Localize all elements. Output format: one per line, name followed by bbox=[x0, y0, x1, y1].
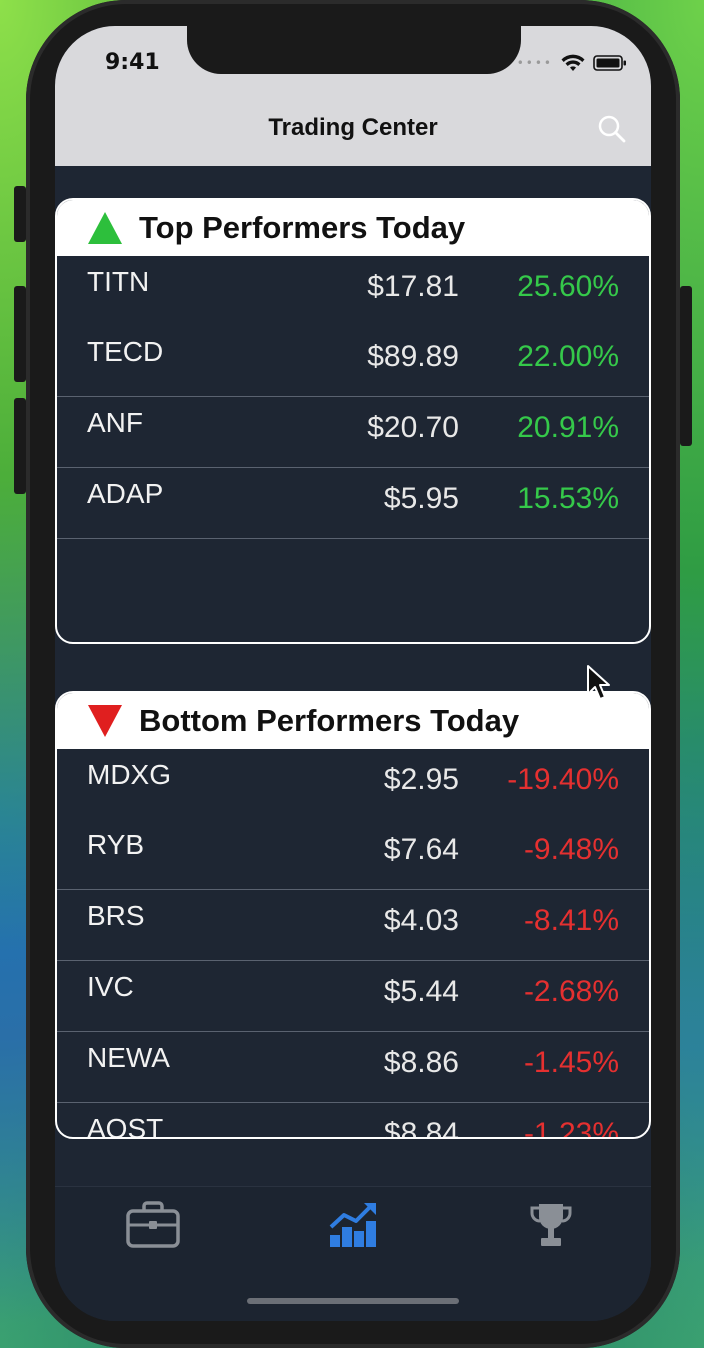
stock-symbol: AOST bbox=[87, 1113, 164, 1139]
stock-price: $2.95 bbox=[383, 763, 459, 796]
top-performers-header: Top Performers Today bbox=[57, 200, 649, 256]
stock-change: -19.40% bbox=[507, 763, 619, 796]
stock-change: -2.68% bbox=[523, 975, 619, 1008]
stock-price: $20.70 bbox=[367, 411, 459, 444]
tab-portfolio[interactable] bbox=[123, 1197, 183, 1253]
stock-symbol: BRS bbox=[87, 900, 145, 931]
stock-price: $5.44 bbox=[383, 975, 459, 1008]
stock-change: 15.53% bbox=[517, 482, 619, 515]
stock-price: $4.03 bbox=[383, 904, 459, 937]
bottom-performers-title: Bottom Performers Today bbox=[139, 703, 520, 738]
down-triangle-icon bbox=[88, 705, 122, 737]
table-row[interactable]: MDXG $2.95 -19.40% bbox=[57, 749, 649, 819]
stock-price: $89.89 bbox=[367, 340, 459, 373]
volume-up-button bbox=[14, 286, 26, 382]
table-row[interactable]: ANF $20.70 20.91% bbox=[57, 397, 649, 467]
bottom-performers-header: Bottom Performers Today bbox=[57, 693, 649, 749]
tab-trading[interactable] bbox=[323, 1197, 383, 1253]
stock-symbol: TECD bbox=[87, 336, 164, 367]
stock-symbol: TITN bbox=[87, 266, 150, 297]
table-row[interactable]: AOST $8.84 -1.23% bbox=[57, 1103, 649, 1139]
stock-change: -9.48% bbox=[523, 833, 619, 866]
battery-icon bbox=[593, 55, 626, 71]
stock-price: $7.64 bbox=[383, 833, 459, 866]
navigation-bar: 9:41 •••• Trading Center bbox=[55, 26, 651, 166]
mute-switch bbox=[14, 186, 26, 242]
table-row[interactable]: NEWA $8.86 -1.45% bbox=[57, 1032, 649, 1102]
notch bbox=[187, 26, 521, 74]
stock-symbol: IVC bbox=[87, 971, 134, 1002]
tab-leaderboard[interactable] bbox=[521, 1197, 581, 1253]
page-title: Trading Center bbox=[268, 114, 438, 141]
table-row[interactable]: BRS $4.03 -8.41% bbox=[57, 890, 649, 960]
table-row[interactable]: ADAP $5.95 15.53% bbox=[57, 468, 649, 538]
top-performers-card: Top Performers Today TITN $17.81 25.60% … bbox=[55, 198, 651, 644]
table-row[interactable]: TITN $17.81 25.60% bbox=[57, 256, 649, 326]
power-button bbox=[680, 286, 692, 446]
home-indicator bbox=[247, 1298, 459, 1304]
stock-price: $17.81 bbox=[367, 270, 459, 303]
volume-down-button bbox=[14, 398, 26, 494]
stock-price: $8.86 bbox=[383, 1046, 459, 1079]
stock-change: -1.23% bbox=[523, 1117, 619, 1139]
briefcase-icon bbox=[126, 1201, 180, 1248]
stock-symbol: ANF bbox=[87, 407, 143, 438]
search-icon[interactable] bbox=[597, 114, 627, 148]
stock-price: $8.84 bbox=[383, 1117, 459, 1139]
stock-change: 25.60% bbox=[517, 270, 619, 303]
wifi-icon bbox=[561, 54, 585, 71]
table-row[interactable]: TECD $89.89 22.00% bbox=[57, 326, 649, 396]
status-icons: •••• bbox=[517, 54, 627, 72]
status-time: 9:41 bbox=[105, 50, 160, 75]
stock-change: 20.91% bbox=[517, 411, 619, 444]
cellular-dots-icon: •••• bbox=[516, 56, 553, 70]
top-performers-title: Top Performers Today bbox=[139, 210, 466, 245]
stock-symbol: ADAP bbox=[87, 478, 164, 509]
stock-symbol: RYB bbox=[87, 829, 145, 860]
mouse-cursor-icon bbox=[587, 665, 610, 700]
stock-change: -1.45% bbox=[523, 1046, 619, 1079]
table-row[interactable]: IVC $5.44 -2.68% bbox=[57, 961, 649, 1031]
up-triangle-icon bbox=[88, 212, 122, 244]
stock-price: $5.95 bbox=[383, 482, 459, 515]
app-screen: 9:41 •••• Trading Center Top Performers … bbox=[55, 26, 651, 1321]
stock-change: -8.41% bbox=[523, 904, 619, 937]
stock-change: 22.00% bbox=[517, 340, 619, 373]
table-row[interactable]: RYB $7.64 -9.48% bbox=[57, 819, 649, 889]
chart-growth-icon bbox=[329, 1203, 376, 1247]
stock-symbol: MDXG bbox=[87, 759, 171, 790]
row-divider bbox=[57, 538, 649, 539]
stock-symbol: NEWA bbox=[87, 1042, 170, 1073]
bottom-performers-card: Bottom Performers Today MDXG $2.95 -19.4… bbox=[55, 691, 651, 1139]
trophy-icon bbox=[530, 1204, 572, 1246]
